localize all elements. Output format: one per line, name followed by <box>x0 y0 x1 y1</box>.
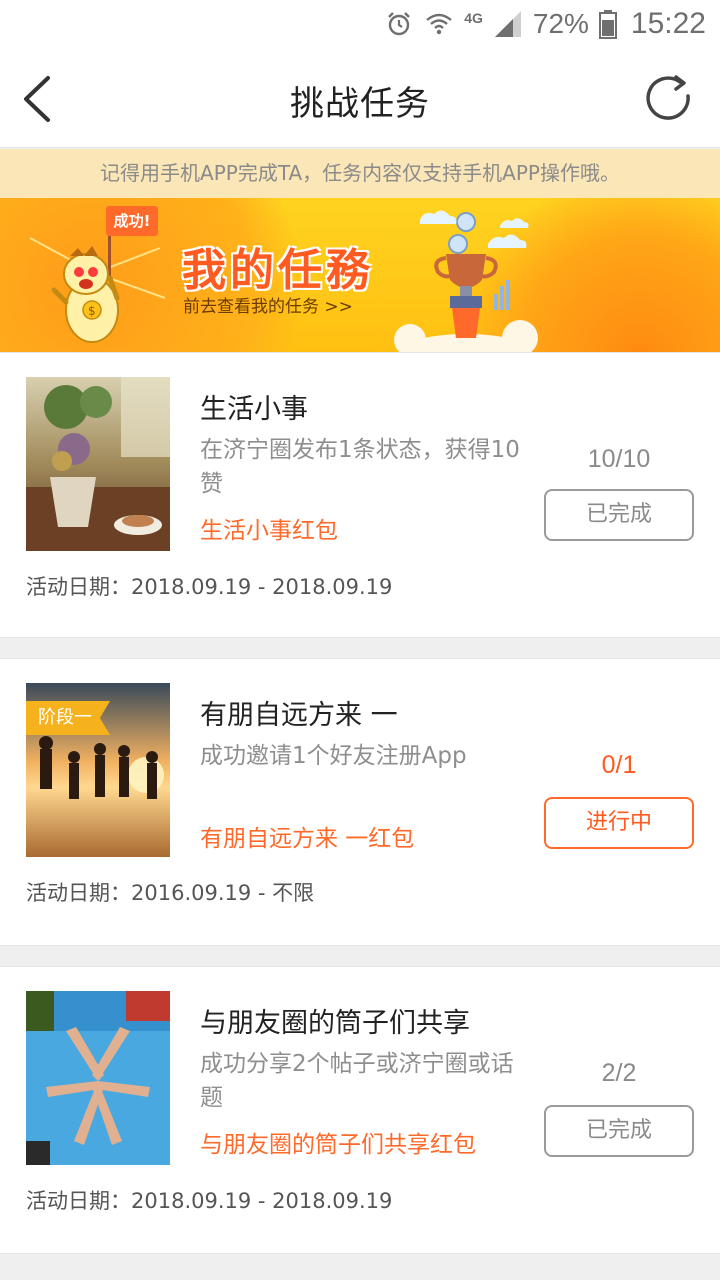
page-title: 挑战任务 <box>290 84 430 124</box>
task-thumbnail <box>26 377 170 551</box>
task-title: 与朋友圈的筒子们共享 <box>200 1008 470 1039</box>
task-progress: 2/2 <box>601 1059 637 1087</box>
task-progress: 0/1 <box>601 751 637 779</box>
task-card: 与朋友圈的筒子们共享 成功分享2个帖子或济宁圈或话题 与朋友圈的筒子们共享红包 … <box>0 966 720 1254</box>
task-progress: 10/10 <box>587 445 651 473</box>
success-flag: 成功! <box>106 206 158 236</box>
status-bar: 4G 72% 15:22 <box>0 0 720 50</box>
task-card: 生活小事 在济宁圈发布1条状态，获得10赞 生活小事红包 10/10 已完成 活… <box>0 352 720 638</box>
task-reward: 生活小事红包 <box>200 518 338 544</box>
battery-icon <box>598 10 617 39</box>
task-description: 成功邀请1个好友注册App <box>200 743 467 769</box>
banner-title: 我的任務 <box>182 245 374 296</box>
task-status-button[interactable]: 已完成 <box>544 1105 694 1157</box>
task-thumbnail: 阶段一 <box>26 683 170 857</box>
task-date: 活动日期：2018.09.19 - 2018.09.19 <box>26 1189 393 1213</box>
signal-icon <box>494 11 521 37</box>
task-date: 活动日期：2016.09.19 - 不限 <box>26 881 315 905</box>
task-reward: 有朋自远方来 一红包 <box>200 826 415 852</box>
task-date: 活动日期：2018.09.19 - 2018.09.19 <box>26 575 393 599</box>
task-card: 阶段一 有朋自远方来 一 成功邀请1个好友注册App 有朋自远方来 一红包 0/… <box>0 658 720 946</box>
stage-tag: 阶段一 <box>26 701 110 735</box>
task-thumbnail <box>26 991 170 1165</box>
banner-subtitle[interactable]: 前去查看我的任务 >> <box>183 292 353 317</box>
task-title: 有朋自远方来 一 <box>200 700 398 731</box>
status-icons: 4G 72% 15:22 <box>384 6 706 42</box>
clock: 15:22 <box>630 7 706 40</box>
wifi-icon <box>426 13 452 35</box>
task-title: 生活小事 <box>200 394 308 425</box>
notice-banner: 记得用手机APP完成TA，任务内容仅支持手机APP操作哦。 <box>0 149 720 198</box>
refresh-icon[interactable] <box>640 70 698 128</box>
network-label: 4G <box>464 10 483 26</box>
task-description: 成功分享2个帖子或济宁圈或话题 <box>200 1051 514 1111</box>
task-reward: 与朋友圈的筒子们共享红包 <box>200 1132 476 1158</box>
task-status-button[interactable]: 已完成 <box>544 489 694 541</box>
battery-percent: 72% <box>532 8 589 39</box>
trophy-icon <box>394 210 538 352</box>
nav-bar: 挑战任务 <box>0 50 720 148</box>
alarm-icon <box>388 12 411 36</box>
task-description: 在济宁圈发布1条状态，获得10赞 <box>200 437 520 497</box>
my-tasks-banner[interactable]: $ 成功! 我的任務 前去查看我的任务 >> <box>0 198 720 352</box>
task-status-button[interactable]: 进行中 <box>544 797 694 849</box>
svg-text:$: $ <box>88 304 96 318</box>
